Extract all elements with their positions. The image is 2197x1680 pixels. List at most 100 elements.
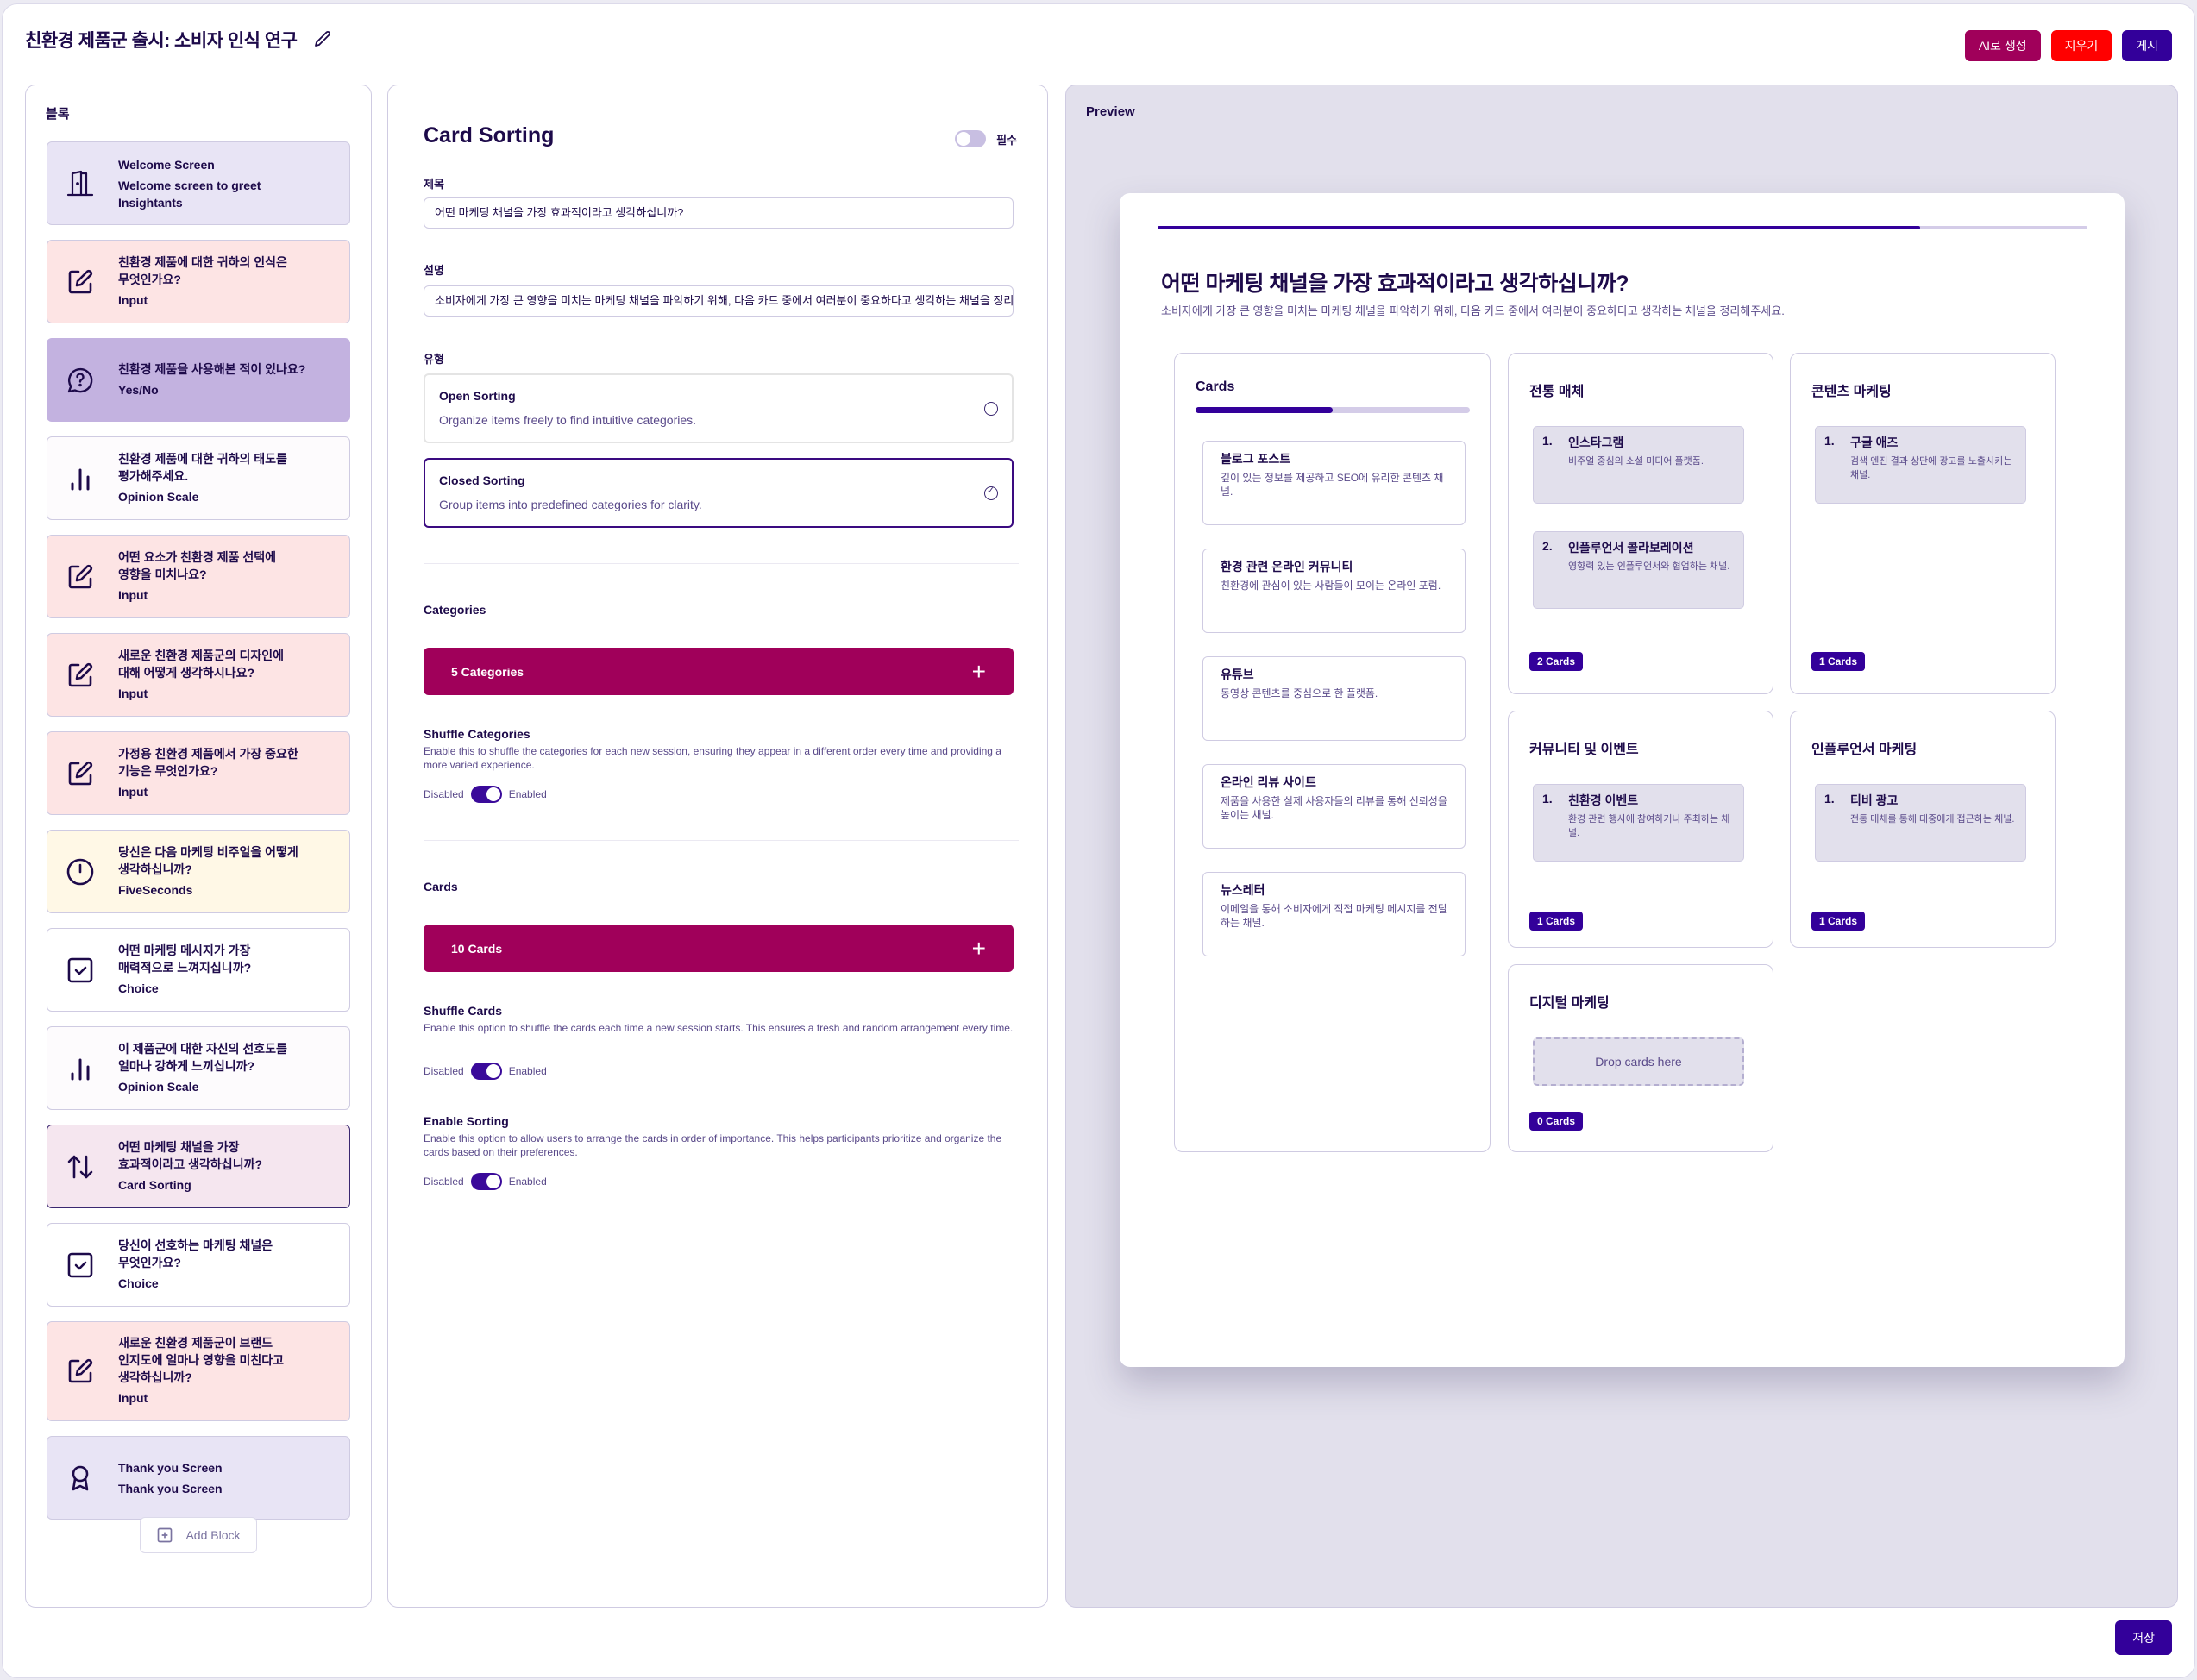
category-title: 콘텐츠 마케팅 — [1811, 385, 1892, 399]
enable-sorting-title: Enable Sorting — [424, 1114, 509, 1128]
block-item[interactable]: 새로운 친환경 제품군이 브랜드 인지도에 얼마나 영향을 미친다고 생각하십니… — [47, 1321, 350, 1421]
block-item[interactable]: Welcome Screen Welcome screen to greet In… — [47, 141, 350, 225]
enabled-label: Enabled — [508, 788, 547, 800]
block-item[interactable]: 어떤 마케팅 메시지가 가장 매력적으로 느껴지십니까? Choice — [47, 928, 350, 1012]
block-text: Welcome Screen Welcome screen to greet In… — [118, 156, 261, 211]
category-count-badge: 1 Cards — [1529, 912, 1584, 931]
edit-icon — [63, 265, 97, 299]
cards-count: 10 Cards — [451, 941, 503, 956]
ai-generate-button[interactable]: AI로 생성 — [1964, 30, 2041, 61]
block-item[interactable]: 친환경 제품을 사용해본 적이 있나요? Yes/No — [47, 338, 350, 422]
type-option-closed-sorting[interactable]: Closed Sorting Group items into predefin… — [424, 458, 1014, 528]
sortable-card[interactable]: 유튜브 동영상 콘텐츠를 중심으로 한 플랫폼. — [1202, 656, 1466, 741]
block-item[interactable]: 어떤 마케팅 채널을 가장 효과적이라고 생각하십니까? Card Sorting — [47, 1125, 350, 1208]
category-box[interactable]: 디지털 마케팅 Drop cards here 0 Cards — [1508, 964, 1773, 1152]
pencil-icon[interactable] — [312, 29, 333, 50]
radio-checked-icon[interactable] — [984, 485, 998, 500]
block-text: 당신은 다음 마케팅 비주얼을 어떻게 생각하십니까? FiveSeconds — [118, 843, 298, 900]
card-desc: 제품을 사용한 실제 사용자들의 리뷰를 통해 신뢰성을 높이는 채널. — [1221, 795, 1447, 821]
required-toggle-row: 필수 — [955, 130, 1017, 147]
enabled-label: Enabled — [508, 1175, 547, 1188]
checkbox-icon — [63, 1248, 97, 1282]
title-label: 제목 — [424, 178, 444, 191]
save-button[interactable]: 저장 — [2115, 1620, 2172, 1655]
shuffle-categories-toggle[interactable] — [470, 786, 502, 803]
block-title: 이 제품군에 대한 자신의 선호도를 얼마나 강하게 느끼십니까? — [118, 1041, 287, 1073]
type-desc: Group items into predefined categories f… — [439, 498, 702, 511]
card-rank: 1. — [1824, 792, 1835, 806]
preview-heading: Preview — [1086, 104, 1135, 119]
block-title: 친환경 제품에 대한 귀하의 태도를 평가해주세요. — [118, 451, 287, 483]
unsorted-cards-column: Cards 블로그 포스트 깊이 있는 정보를 제공하고 SEO에 유리한 콘텐츠… — [1174, 353, 1491, 1152]
block-item[interactable]: 당신은 다음 마케팅 비주얼을 어떻게 생각하십니까? FiveSeconds — [47, 830, 350, 913]
category-title: 커뮤니티 및 이벤트 — [1529, 743, 1639, 757]
type-desc: Organize items freely to find intuitive … — [439, 413, 697, 427]
block-title: 어떤 마케팅 채널을 가장 효과적이라고 생각하십니까? — [118, 1139, 263, 1171]
shuffle-categories-toggle-row: Disabled Enabled — [424, 786, 547, 803]
block-item[interactable]: 새로운 친환경 제품군의 디자인에 대해 어떻게 생각하시나요? Input — [47, 633, 350, 717]
add-block-button[interactable]: Add Block — [140, 1517, 257, 1553]
block-item[interactable]: 친환경 제품에 대한 귀하의 인식은 무엇인가요? Input — [47, 240, 350, 323]
block-type: Input — [118, 1391, 148, 1405]
edit-icon — [63, 756, 97, 791]
sorted-card[interactable]: 1. 인스타그램 비주얼 중심의 소셜 미디어 플랫폼. — [1533, 426, 1744, 504]
enable-sorting-toggle[interactable] — [470, 1173, 502, 1190]
category-box[interactable]: 전통 매체 1. 인스타그램 비주얼 중심의 소셜 미디어 플랫폼. 2. 인플루언서 콜… — [1508, 353, 1773, 694]
sortable-card[interactable]: 뉴스레터 이메일을 통해 소비자에게 직접 마케팅 메시지를 전달하는 채널. — [1202, 872, 1466, 956]
edit-icon — [63, 658, 97, 693]
plus-square-icon — [158, 1527, 173, 1543]
page-title: 친환경 제품군 출시: 소비자 인식 연구 — [25, 31, 298, 51]
title-input[interactable]: 어떤 마케팅 채널을 가장 효과적이라고 생각하십니까? — [424, 197, 1014, 229]
checkbox-icon — [63, 953, 97, 987]
block-title: 친환경 제품에 대한 귀하의 인식은 무엇인가요? — [118, 254, 287, 286]
block-item[interactable]: 어떤 요소가 친환경 제품 선택에 영향을 미치나요? Input — [47, 535, 350, 618]
sorted-card[interactable]: 1. 친환경 이벤트 환경 관련 행사에 참여하거나 주최하는 채널. — [1533, 784, 1744, 862]
disabled-label: Disabled — [424, 1175, 464, 1188]
blocks-panel: 블록 Welcome Screen Welcome screen to greet… — [25, 85, 372, 1608]
sortable-card[interactable]: 환경 관련 온라인 커뮤니티 친환경에 관심이 있는 사람들이 모이는 온라인 포… — [1202, 549, 1466, 633]
categories-count: 5 Categories — [451, 664, 524, 679]
block-item[interactable]: 이 제품군에 대한 자신의 선호도를 얼마나 강하게 느끼십니까? Opinion… — [47, 1026, 350, 1110]
add-card-plus-icon[interactable]: + — [972, 935, 986, 962]
category-box[interactable]: 커뮤니티 및 이벤트 1. 친환경 이벤트 환경 관련 행사에 참여하거나 주최하는 … — [1508, 711, 1773, 948]
description-input[interactable]: 소비자에게 가장 큰 영향을 미치는 마케팅 채널을 파악하기 위해, 다음 카… — [424, 285, 1014, 317]
block-type: Opinion Scale — [118, 489, 199, 504]
category-count-badge: 1 Cards — [1811, 912, 1866, 931]
sortable-card[interactable]: 온라인 리뷰 사이트제품을 사용한 실제 사용자들의 리뷰를 통해 신뢰성을 높… — [1202, 764, 1466, 849]
card-name: 구글 애즈 — [1850, 436, 1899, 449]
category-box[interactable]: 콘텐츠 마케팅 1. 구글 애즈 검색 엔진 결과 상단에 광고를 노출시키는 채널.… — [1790, 353, 2056, 694]
sortable-card[interactable]: 블로그 포스트 깊이 있는 정보를 제공하고 SEO에 유리한 콘텐츠 채널. — [1202, 441, 1466, 525]
block-text: 어떤 마케팅 채널을 가장 효과적이라고 생각하십니까? Card Sorting — [118, 1138, 262, 1195]
category-box[interactable]: 인플루언서 마케팅 1. 티비 광고 전통 매체를 통해 대중에게 접근하는 채널. 1… — [1790, 711, 2056, 948]
publish-button[interactable]: 게시 — [2122, 30, 2172, 61]
categories-bar[interactable]: 5 Categories + — [424, 648, 1014, 695]
block-text: Thank you Screen Thank you Screen — [118, 1459, 223, 1497]
radio-icon[interactable] — [984, 402, 998, 416]
block-item[interactable]: Thank you Screen Thank you Screen — [47, 1436, 350, 1520]
clear-button[interactable]: 지우기 — [2050, 30, 2112, 61]
block-type: Thank you Screen — [118, 1481, 223, 1495]
block-item[interactable]: 가정용 친환경 제품에서 가장 중요한 기능은 무엇인가요? Input — [47, 731, 350, 815]
block-item[interactable]: 친환경 제품에 대한 귀하의 태도를 평가해주세요. Opinion Scale — [47, 436, 350, 520]
enable-sorting-desc: Enable this option to allow users to arr… — [424, 1132, 1002, 1158]
sorted-card[interactable]: 1. 티비 광고 전통 매체를 통해 대중에게 접근하는 채널. — [1815, 784, 2026, 862]
card-name: 뉴스레터 — [1221, 883, 1265, 897]
card-name: 온라인 리뷰 사이트 — [1221, 775, 1316, 789]
type-label: 유형 — [424, 353, 444, 366]
drop-zone[interactable]: Drop cards here — [1533, 1037, 1744, 1086]
sorted-card[interactable]: 2. 인플루언서 콜라보레이션 영향력 있는 인플루언서와 협업하는 채널. — [1533, 531, 1744, 609]
shuffle-categories-desc: Enable this to shuffle the categories fo… — [424, 745, 1001, 771]
enabled-label: Enabled — [508, 1065, 547, 1077]
category-title: 전통 매체 — [1529, 385, 1585, 399]
add-category-plus-icon[interactable]: + — [972, 658, 986, 686]
survey-progress-bar — [1158, 226, 2087, 229]
block-item[interactable]: 당신이 선호하는 마케팅 채널은 무엇인가요? Choice — [47, 1223, 350, 1307]
required-toggle[interactable] — [955, 130, 987, 147]
cards-bar[interactable]: 10 Cards + — [424, 925, 1014, 972]
shuffle-cards-toggle[interactable] — [470, 1063, 502, 1080]
type-option-open-sorting[interactable]: Open Sorting Organize items freely to fi… — [424, 373, 1014, 443]
app-window: 친환경 제품군 출시: 소비자 인식 연구 AI로 생성 지우기 게시 블록 W… — [2, 3, 2195, 1678]
block-type: Yes/No — [118, 382, 159, 397]
cards-column-title: Cards — [1196, 379, 1235, 394]
sorted-card[interactable]: 1. 구글 애즈 검색 엔진 결과 상단에 광고를 노출시키는 채널. — [1815, 426, 2026, 504]
